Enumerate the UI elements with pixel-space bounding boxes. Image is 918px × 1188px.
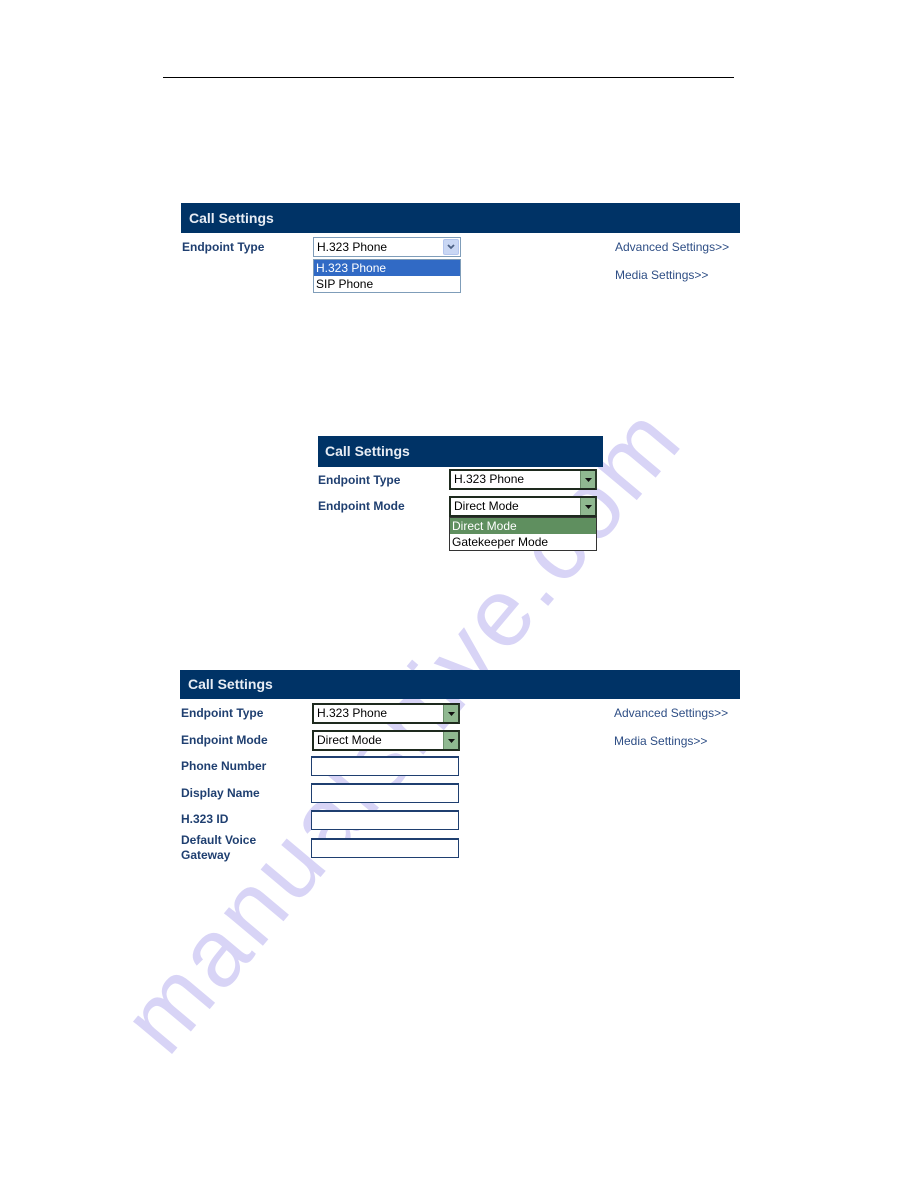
- endpoint-type-value: H.323 Phone: [317, 706, 388, 720]
- option-direct-mode[interactable]: Direct Mode: [450, 518, 596, 534]
- panel-header: Call Settings: [181, 203, 740, 233]
- endpoint-type-value: H.323 Phone: [454, 472, 525, 486]
- default-voice-gateway-input[interactable]: [311, 838, 459, 858]
- endpoint-mode-dropdown: Direct Mode Gatekeeper Mode: [449, 517, 597, 551]
- triangle-down-icon[interactable]: [443, 705, 458, 722]
- default-voice-gateway-label: Default Voice Gateway: [181, 833, 257, 862]
- display-name-input[interactable]: [311, 783, 459, 803]
- endpoint-mode-select[interactable]: Direct Mode: [449, 496, 597, 517]
- endpoint-type-value: H.323 Phone: [317, 240, 388, 254]
- advanced-settings-link[interactable]: Advanced Settings>>: [615, 240, 729, 254]
- page-header-rule: [163, 77, 734, 78]
- call-settings-panel-2: Call Settings Endpoint Type H.323 Phone …: [318, 436, 603, 556]
- h323-id-label: H.323 ID: [181, 812, 229, 826]
- advanced-settings-link[interactable]: Advanced Settings>>: [614, 706, 728, 720]
- endpoint-type-dropdown: H.323 Phone SIP Phone: [313, 259, 461, 293]
- endpoint-type-select[interactable]: H.323 Phone: [313, 237, 461, 257]
- panel-header: Call Settings: [318, 436, 603, 467]
- h323-id-input[interactable]: [311, 810, 459, 830]
- phone-number-input[interactable]: [311, 756, 459, 776]
- triangle-down-icon[interactable]: [443, 732, 458, 749]
- option-h323-phone[interactable]: H.323 Phone: [314, 260, 460, 276]
- endpoint-type-label: Endpoint Type: [181, 706, 264, 720]
- triangle-down-icon[interactable]: [580, 498, 595, 515]
- media-settings-link[interactable]: Media Settings>>: [615, 268, 708, 282]
- call-settings-panel-3: Call Settings Endpoint Type H.323 Phone …: [180, 670, 740, 870]
- option-sip-phone[interactable]: SIP Phone: [314, 276, 460, 292]
- endpoint-type-label: Endpoint Type: [318, 473, 401, 487]
- phone-number-label: Phone Number: [181, 759, 267, 773]
- endpoint-mode-select[interactable]: Direct Mode: [312, 730, 460, 751]
- panel-header: Call Settings: [180, 670, 740, 699]
- endpoint-mode-label: Endpoint Mode: [318, 499, 405, 513]
- option-gatekeeper-mode[interactable]: Gatekeeper Mode: [450, 534, 596, 550]
- media-settings-link[interactable]: Media Settings>>: [614, 734, 707, 748]
- endpoint-mode-value: Direct Mode: [317, 733, 382, 747]
- endpoint-type-label: Endpoint Type: [182, 240, 265, 254]
- triangle-down-icon[interactable]: [580, 471, 595, 488]
- call-settings-panel-1: Call Settings Endpoint Type H.323 Phone …: [181, 203, 740, 298]
- endpoint-type-select[interactable]: H.323 Phone: [312, 703, 460, 724]
- endpoint-mode-label: Endpoint Mode: [181, 733, 268, 747]
- display-name-label: Display Name: [181, 786, 260, 800]
- endpoint-mode-value: Direct Mode: [454, 499, 519, 513]
- chevron-down-icon[interactable]: [443, 239, 459, 255]
- endpoint-type-select[interactable]: H.323 Phone: [449, 469, 597, 490]
